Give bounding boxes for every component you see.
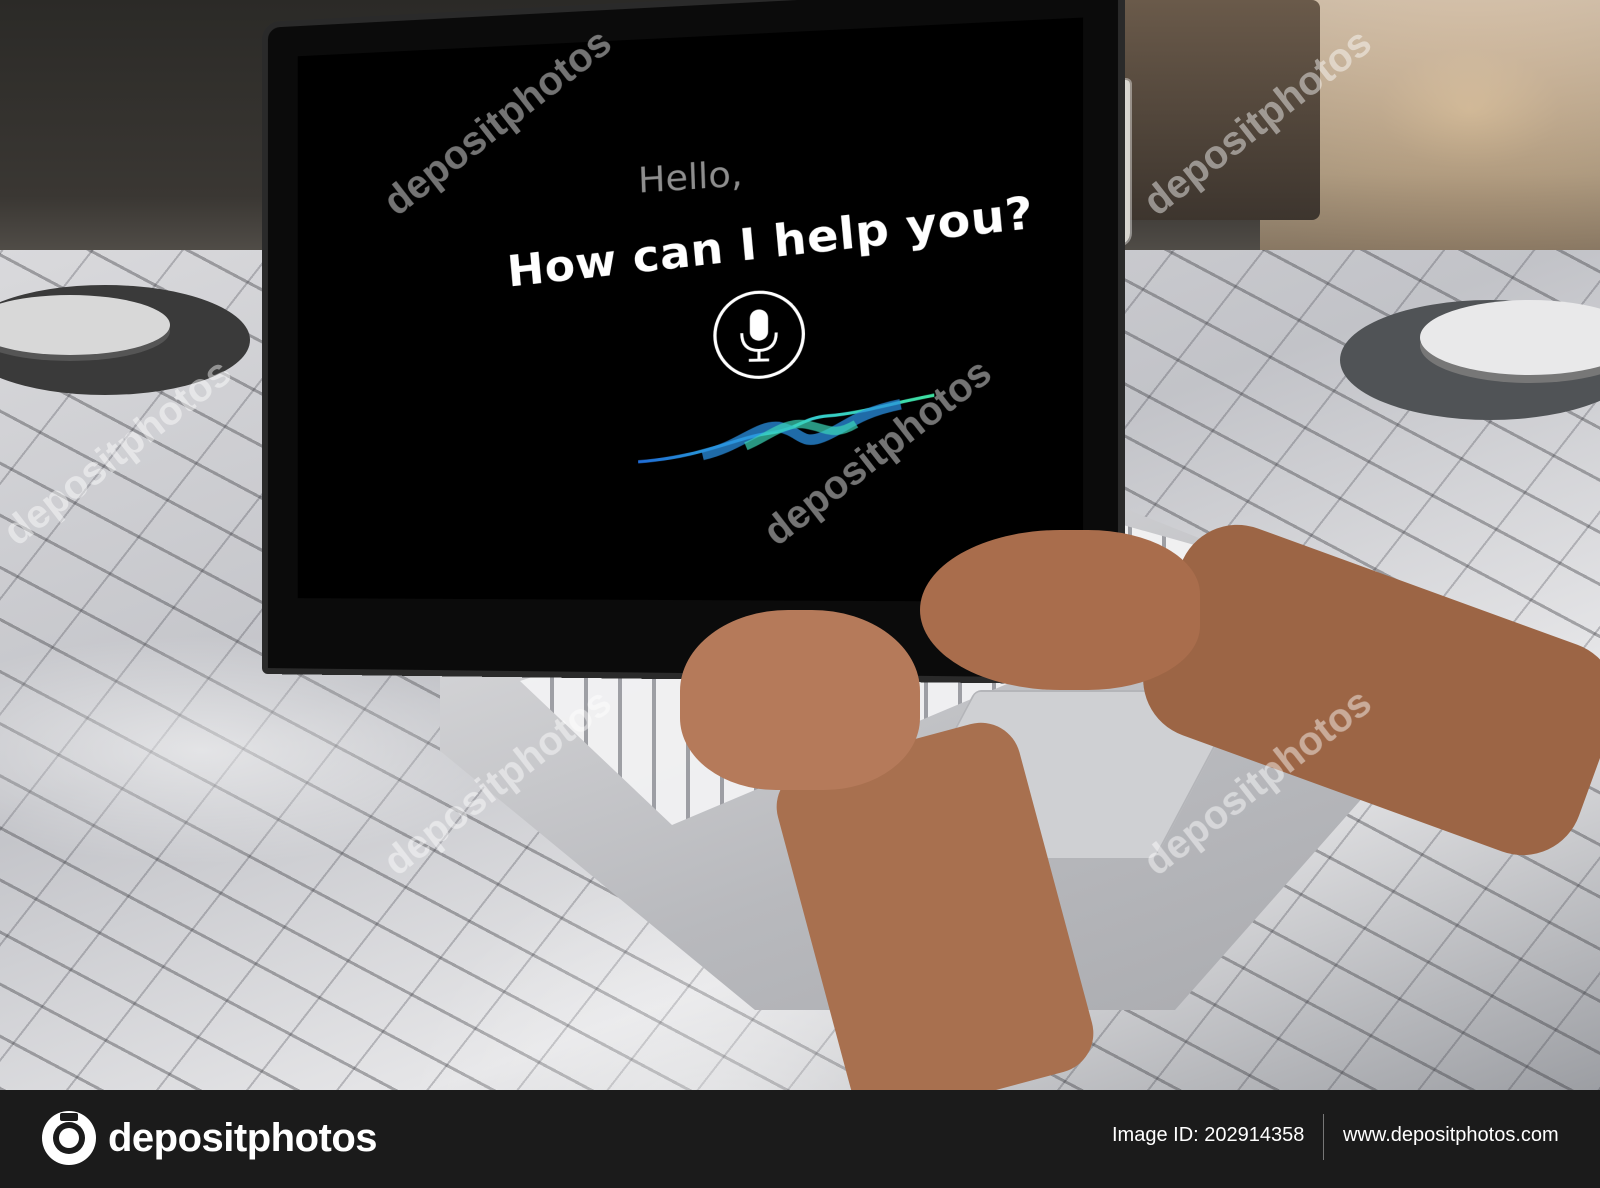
microphone-button[interactable]	[713, 289, 806, 380]
voice-waveform	[638, 393, 934, 470]
image-id-label: Image ID: 202914358	[1112, 1124, 1305, 1146]
brand-logo[interactable]: depositphotos	[40, 1108, 378, 1168]
footer-bar: depositphotos Image ID: 202914358 www.de…	[0, 1090, 1600, 1188]
camera-logo-icon	[42, 1111, 96, 1165]
footer-divider	[1323, 1114, 1324, 1160]
assistant-prompt: How can I help you?	[505, 186, 1036, 297]
site-url-link[interactable]: www.depositphotos.com	[1343, 1124, 1559, 1147]
microphone-icon	[717, 309, 802, 377]
left-hand	[680, 610, 920, 790]
right-hand	[920, 530, 1200, 690]
logo-text: depositphotos	[108, 1115, 378, 1160]
laptop-screen: Hello, How can I help you?	[297, 17, 1084, 603]
greeting-text: Hello,	[637, 153, 744, 203]
photo-scene: Hello, How can I help you? depositphotos…	[0, 0, 1600, 1090]
